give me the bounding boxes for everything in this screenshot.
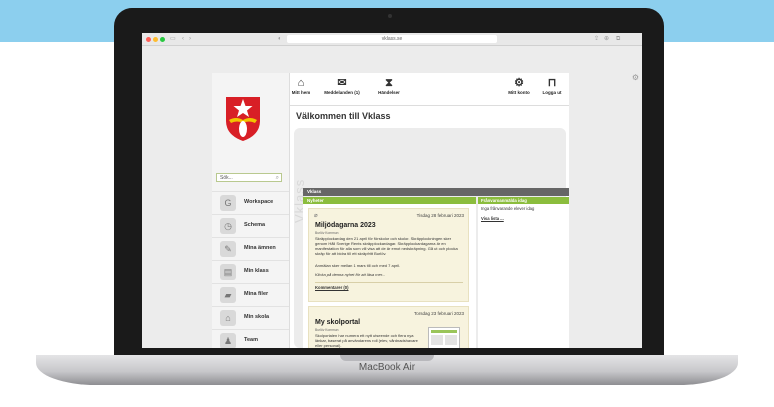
news-author: Burlöv Kommun <box>315 231 339 235</box>
sidebar-item-mina-filer[interactable]: ▰ Mina filer <box>212 283 289 306</box>
news-thumbnail <box>428 327 460 348</box>
nav-events-label: Händelser <box>378 90 400 95</box>
workspace-icon: G <box>220 195 236 211</box>
search-input[interactable]: Sök... ⌕ <box>216 173 282 182</box>
news-body: Skolportalen har numera ett nytt utseend… <box>315 333 418 348</box>
news-body: Skräpplockardag den 21 april för förskol… <box>315 236 458 256</box>
absence-text: Inga frånvarande elever idag <box>481 206 535 211</box>
nav-home[interactable]: ⌂ Mitt hem <box>290 76 312 95</box>
class-icon: ▤ <box>220 264 236 280</box>
news-author: Burlöv Kommun <box>315 328 339 332</box>
share-icon[interactable]: ⇪ <box>594 35 599 43</box>
sidebar-item-min-skola[interactable]: ⌂ Min skola <box>212 306 289 329</box>
sidebar-item-label: Team <box>244 337 258 343</box>
unlock-icon: ⊓ <box>547 77 557 89</box>
paperclip-icon: ⌀ <box>314 213 318 219</box>
camera-dot <box>388 14 392 18</box>
top-navigation: ⌂ Mitt hem ✉ Meddelanden (1) ⧗ Händelser… <box>290 73 569 106</box>
zoom-dot[interactable] <box>160 37 165 42</box>
nav-messages[interactable]: ✉ Meddelanden (1) <box>318 76 366 95</box>
sidebar-item-schema[interactable]: ◷ Schema <box>212 214 289 237</box>
nav-home-label: Mitt hem <box>291 90 311 95</box>
nav-events[interactable]: ⧗ Händelser <box>374 76 404 95</box>
team-icon: ♟ <box>220 333 236 348</box>
news-date: Torsdag 23 februari 2023 <box>413 311 464 316</box>
browser-toolbar: ▭ ‹ › ◐ vklass.se ⇪ ⊕ ⧉ <box>142 33 642 46</box>
school-icon: ⌂ <box>220 310 236 326</box>
address-bar[interactable]: vklass.se <box>287 35 497 43</box>
search-placeholder: Sök... <box>220 175 233 181</box>
minimize-dot[interactable] <box>153 37 158 42</box>
hourglass-icon: ⧗ <box>385 77 393 89</box>
envelope-icon: ✉ <box>337 77 347 89</box>
sidebar-item-label: Min klass <box>244 268 269 274</box>
gear-icon: ⚙ <box>514 77 524 89</box>
books-icon: ✎ <box>220 241 236 257</box>
sidebar-item-label: Min skola <box>244 314 270 320</box>
sidebar-item-mina-amnen[interactable]: ✎ Mina ämnen <box>212 237 289 260</box>
sidebar-item-label: Mina ämnen <box>244 245 276 251</box>
news-read-more[interactable]: Klicka på denna nyhet för att läsa mer..… <box>315 272 463 277</box>
clock-icon: ◷ <box>220 218 236 234</box>
absence-list-link[interactable]: Visa lista ... <box>481 216 504 221</box>
news-card[interactable]: Torsdag 23 februari 2023 My skolportal B… <box>308 306 469 348</box>
sidebar-item-workspace[interactable]: G Workspace <box>212 191 289 214</box>
tabs-icon[interactable]: ⧉ <box>616 35 620 43</box>
section-header: Vklass <box>303 188 569 196</box>
nav-account[interactable]: ⚙ Mitt konto <box>504 76 534 95</box>
news-header: Nyheter <box>303 197 476 204</box>
sidebar: Sök... ⌕ G Workspace ◷ Schema ✎ Mina ämn… <box>212 73 290 348</box>
news-comments-link[interactable]: Kommentarer (0) <box>315 285 349 290</box>
absence-column: Inga frånvarande elever idag Visa lista … <box>478 204 569 348</box>
news-title[interactable]: Miljödagarna 2023 <box>315 222 376 229</box>
folder-icon: ▰ <box>220 287 236 303</box>
news-column: ⌀ Tisdag 28 februari 2023 Miljödagarna 2… <box>303 204 476 348</box>
nav-logout-label: Logga ut <box>542 90 562 95</box>
back-icon[interactable]: ‹ <box>182 35 184 43</box>
nav-messages-label: Meddelanden (1) <box>324 90 360 95</box>
shield-privacy-icon: ◐ <box>278 36 282 42</box>
close-dot[interactable] <box>146 37 151 42</box>
sidebar-item-label: Workspace <box>244 199 274 205</box>
download-icon[interactable]: ⊕ <box>604 35 609 43</box>
sidebar-item-min-klass[interactable]: ▤ Min klass <box>212 260 289 283</box>
device-brand-label: MacBook Air <box>358 362 416 373</box>
sidebar-item-label: Mina filer <box>244 291 269 297</box>
municipal-shield-logo <box>226 97 260 141</box>
nav-logout[interactable]: ⊓ Logga ut <box>538 76 566 95</box>
divider <box>315 282 463 283</box>
sidebar-toggle-icon[interactable]: ▭ <box>170 35 176 43</box>
nav-account-label: Mitt konto <box>508 90 530 95</box>
news-card[interactable]: ⌀ Tisdag 28 februari 2023 Miljödagarna 2… <box>308 208 469 302</box>
vklass-page: Sök... ⌕ G Workspace ◷ Schema ✎ Mina ämn… <box>212 73 569 348</box>
sidebar-item-team[interactable]: ♟ Team <box>212 329 289 348</box>
news-title[interactable]: My skolportal <box>315 319 360 326</box>
sidebar-item-label: Schema <box>244 222 266 228</box>
home-icon: ⌂ <box>297 77 305 89</box>
news-body-2: Anmälan sker mellan 1 mars till och med … <box>315 263 401 268</box>
news-date: Tisdag 28 februari 2023 <box>416 213 464 218</box>
search-icon[interactable]: ⌕ <box>276 174 279 183</box>
forward-icon[interactable]: › <box>189 35 191 43</box>
page-title: Välkommen till Vklass <box>296 111 391 121</box>
screen: ▭ ‹ › ◐ vklass.se ⇪ ⊕ ⧉ ⚙ Sök... ⌕ G Wor… <box>142 33 642 348</box>
lid-notch <box>340 355 434 361</box>
absence-header: Frånvaroanmälda idag <box>478 197 569 204</box>
settings-gear-icon[interactable]: ⚙ <box>632 73 639 82</box>
